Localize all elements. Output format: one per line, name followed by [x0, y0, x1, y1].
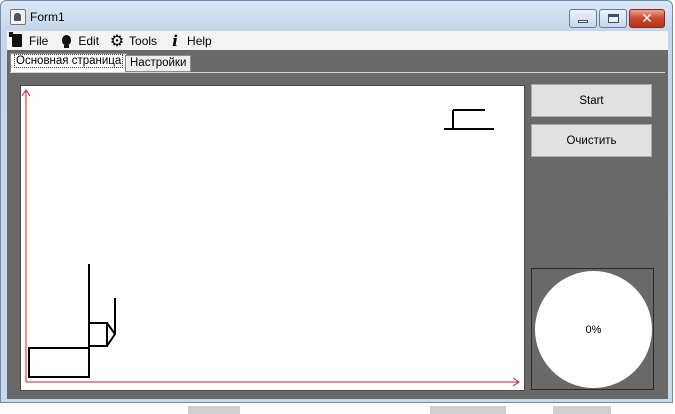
lightbulb-icon — [58, 33, 74, 49]
gear-icon: ⚙ — [109, 30, 125, 50]
window-title: Form1 — [30, 10, 65, 24]
progress-percent: 0% — [585, 323, 602, 336]
tab-strip: Основная страница Настройки — [7, 50, 668, 72]
progress-panel: 0% — [531, 268, 654, 390]
menu-help[interactable]: i Help — [165, 31, 220, 50]
main-window: Form1 ✕ File Edit ⚙ Tools i Help Основна… — [0, 0, 673, 403]
small-square — [88, 322, 108, 347]
menu-edit-label: Edit — [78, 33, 100, 48]
info-icon: i — [172, 31, 178, 50]
maximize-icon — [607, 14, 619, 23]
menu-file[interactable]: File — [7, 31, 56, 50]
minimize-icon — [578, 20, 588, 23]
background-strip — [0, 404, 675, 414]
tab-settings[interactable]: Настройки — [125, 55, 192, 72]
tab-main-page-label: Основная страница — [13, 54, 124, 68]
menu-bar: File Edit ⚙ Tools i Help — [7, 31, 668, 50]
menu-tools[interactable]: ⚙ Tools — [107, 31, 165, 50]
progress-circle: 0% — [535, 271, 652, 388]
tab-settings-label: Настройки — [130, 57, 187, 69]
start-button[interactable]: Start — [531, 84, 652, 117]
minimize-button[interactable] — [569, 9, 597, 28]
app-icon — [10, 9, 26, 25]
close-icon: ✕ — [641, 10, 653, 27]
base-rectangle — [28, 347, 90, 378]
title-bar[interactable]: Form1 ✕ — [1, 1, 672, 31]
canvas-drawing — [21, 89, 520, 387]
tab-main-page[interactable]: Основная страница — [10, 53, 128, 72]
arrowhead-shape — [106, 322, 117, 347]
menu-help-label: Help — [187, 33, 212, 48]
file-icon — [9, 32, 25, 49]
menu-tools-label: Tools — [129, 33, 158, 48]
menu-file-label: File — [29, 33, 49, 48]
close-button[interactable]: ✕ — [629, 9, 665, 28]
drawing-canvas[interactable] — [20, 85, 525, 391]
client-area: File Edit ⚙ Tools i Help Основная страни… — [7, 31, 668, 399]
main-tab-page: Start Очистить 0% — [10, 72, 665, 393]
clear-button[interactable]: Очистить — [531, 124, 652, 157]
maximize-button[interactable] — [599, 9, 627, 28]
menu-edit[interactable]: Edit — [56, 31, 107, 50]
